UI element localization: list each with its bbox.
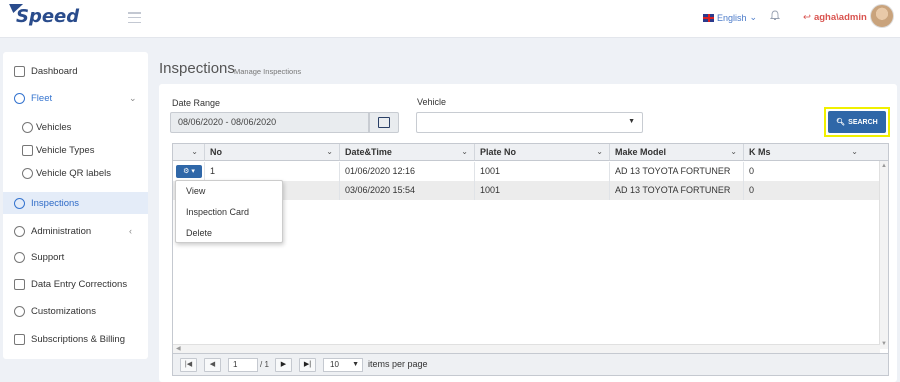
- chevron-down-icon: ⌄: [851, 147, 858, 156]
- gauge-icon: [14, 92, 25, 104]
- search-icon: 🔍︎: [836, 119, 846, 126]
- vertical-scrollbar[interactable]: ▲ ▼: [879, 161, 888, 349]
- column-header-actions[interactable]: ⌄: [173, 144, 205, 161]
- gear-icon: [14, 225, 25, 237]
- scroll-down-icon[interactable]: ▼: [881, 341, 887, 347]
- calendar-button[interactable]: [369, 112, 399, 133]
- logout-arrow-icon: ↩: [803, 12, 811, 23]
- scroll-left-icon[interactable]: ◀: [176, 345, 181, 352]
- chevron-down-icon: ⌄: [191, 147, 198, 156]
- document-icon: [22, 144, 33, 156]
- speed-logo[interactable]: Speed: [10, 6, 79, 27]
- sidebar-item-support[interactable]: Support: [3, 246, 148, 268]
- next-page-button[interactable]: ▶: [275, 358, 292, 372]
- sidebar-item-subscriptions-billing[interactable]: Subscriptions & Billing: [3, 328, 148, 350]
- inspections-grid: ⌄ No ⌄ Date&Time ⌄ Plate No ⌄ Make Model ⌄ K…: [172, 143, 889, 376]
- check-circle-icon: [14, 197, 25, 209]
- sidebar-item-vehicle-types[interactable]: Vehicle Types: [3, 139, 148, 161]
- menu-item-delete[interactable]: Delete: [186, 228, 212, 238]
- date-range-label: Date Range: [172, 98, 221, 108]
- column-header-no[interactable]: No ⌄: [205, 144, 340, 161]
- cell-kms: 0: [749, 166, 755, 176]
- cell-datetime: 01/06/2020 12:16: [340, 162, 475, 181]
- sidebar-item-dashboard[interactable]: Dashboard: [3, 60, 148, 82]
- top-bar: Speed English ⌄ ↩ agha\admin: [0, 0, 900, 38]
- user-menu[interactable]: ↩ agha\admin: [803, 12, 867, 23]
- uk-flag-icon: [703, 13, 714, 22]
- column-header-plate-no[interactable]: Plate No ⌄: [475, 144, 610, 161]
- cell-model: AD 13 TOYOTA FORTUNER: [610, 181, 744, 200]
- cell-datetime: 03/06/2020 15:54: [340, 181, 475, 200]
- user-name: agha\admin: [813, 12, 867, 23]
- cell-kms: 0: [749, 185, 755, 195]
- row-action-menu: View Inspection Card Delete: [175, 180, 283, 243]
- sidebar-item-administration[interactable]: Administration ‹: [3, 220, 148, 242]
- chevron-left-icon: ‹: [129, 226, 132, 236]
- chevron-down-icon: ⌄: [129, 92, 137, 103]
- language-selector[interactable]: English ⌄: [703, 12, 757, 23]
- vehicle-icon: [22, 121, 33, 133]
- page-title: Inspections: [159, 60, 235, 77]
- menu-item-view[interactable]: View: [186, 186, 205, 196]
- cell-no: 1: [205, 162, 340, 181]
- last-page-button[interactable]: ▶|: [299, 358, 316, 372]
- pager: |◀ ◀ 1 / 1 ▶ ▶| 10 ▼ items per page: [173, 353, 888, 375]
- lifebuoy-icon: [14, 251, 25, 263]
- sidebar-item-vehicles[interactable]: Vehicles: [3, 116, 148, 138]
- caret-down-icon: ▼: [628, 118, 635, 125]
- hamburger-menu-icon[interactable]: [128, 12, 141, 23]
- chevron-down-icon: ⌄: [730, 147, 737, 156]
- cell-plate: 1001: [475, 162, 610, 181]
- search-button-highlight: 🔍︎ SEARCH: [824, 107, 890, 137]
- row-action-button[interactable]: ⚙ ▾: [176, 165, 202, 178]
- cell-model: AD 13 TOYOTA FORTUNER: [610, 162, 744, 181]
- cell-plate: 1001: [475, 181, 610, 200]
- sidebar-item-customizations[interactable]: Customizations: [3, 300, 148, 322]
- language-label: English: [717, 12, 747, 23]
- table-row[interactable]: ⚙ ▾ 1 01/06/2020 12:16 1001 AD 13 TOYOTA…: [173, 162, 880, 181]
- column-header-make-model[interactable]: Make Model ⌄: [610, 144, 744, 161]
- folder-icon: [14, 333, 25, 345]
- scroll-up-icon[interactable]: ▲: [881, 163, 887, 169]
- date-range-input[interactable]: 08/06/2020 - 08/06/2020: [170, 112, 369, 133]
- chevron-down-icon: ⌄: [749, 12, 758, 22]
- page-size-select[interactable]: 10 ▼: [323, 358, 363, 372]
- column-header-datetime[interactable]: Date&Time ⌄: [340, 144, 475, 161]
- sidebar-item-inspections[interactable]: Inspections: [3, 192, 148, 214]
- search-button-label: SEARCH: [848, 118, 878, 126]
- horizontal-scrollbar[interactable]: ◀: [173, 344, 880, 353]
- calendar-icon: [378, 117, 390, 128]
- caret-down-icon: ▼: [352, 361, 359, 368]
- bell-icon[interactable]: [770, 10, 780, 21]
- qr-icon: [22, 167, 33, 179]
- home-icon: [14, 65, 25, 77]
- chevron-down-icon: ⌄: [596, 147, 603, 156]
- sidebar: Dashboard Fleet ⌄ Vehicles Vehicle Types…: [3, 52, 148, 359]
- vehicle-select[interactable]: ▼: [416, 112, 643, 133]
- prev-page-button[interactable]: ◀: [204, 358, 221, 372]
- sidebar-item-fleet[interactable]: Fleet ⌄: [3, 87, 148, 109]
- sidebar-item-vehicle-qr-labels[interactable]: Vehicle QR labels: [3, 162, 148, 184]
- edit-icon: [14, 278, 25, 290]
- items-per-page-label: items per page: [368, 359, 428, 369]
- plus-circle-icon: [14, 305, 25, 317]
- page-number-input[interactable]: 1: [228, 358, 258, 372]
- page-subtitle: Manage Inspections: [234, 67, 302, 76]
- search-button[interactable]: 🔍︎ SEARCH: [828, 111, 886, 133]
- sidebar-item-data-entry-corrections[interactable]: Data Entry Corrections: [3, 273, 148, 295]
- first-page-button[interactable]: |◀: [180, 358, 197, 372]
- chevron-down-icon: ⌄: [326, 147, 333, 156]
- chevron-down-icon: ⌄: [461, 147, 468, 156]
- column-header-kms[interactable]: K Ms ⌄: [744, 144, 888, 161]
- page-count: / 1: [260, 360, 269, 369]
- vehicle-label: Vehicle: [417, 97, 447, 107]
- menu-item-inspection-card[interactable]: Inspection Card: [186, 207, 249, 217]
- avatar[interactable]: [870, 4, 894, 28]
